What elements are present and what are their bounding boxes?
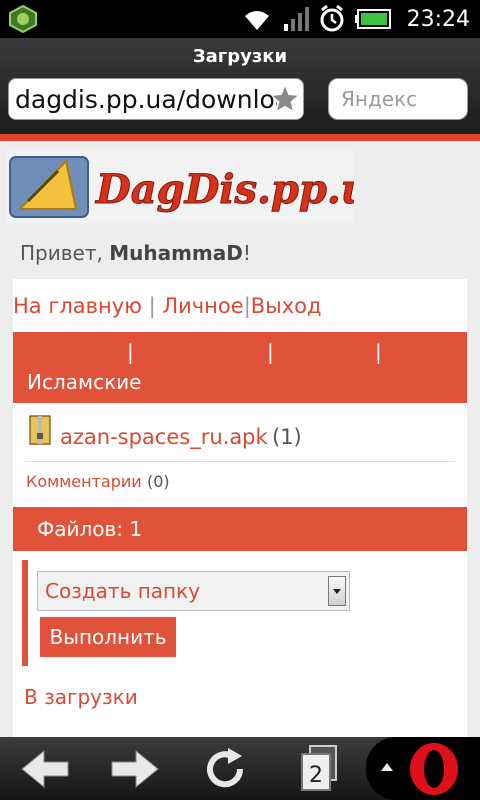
- logo-text: DagDis.pp.ua: [95, 166, 354, 213]
- menu-up-icon: [381, 763, 393, 771]
- forward-button[interactable]: [100, 737, 170, 800]
- clock: 23:24: [406, 6, 470, 32]
- opera-logo-icon: [410, 743, 458, 795]
- reload-button[interactable]: [190, 737, 260, 800]
- reload-icon: [207, 747, 244, 787]
- app-notification-icon: [9, 5, 37, 33]
- back-button[interactable]: [10, 737, 80, 800]
- forward-arrow-icon: [111, 749, 159, 788]
- browser-toolbar: 2: [0, 737, 480, 800]
- battery-icon: [354, 9, 391, 29]
- dropdown-arrow-icon[interactable]: [328, 576, 346, 606]
- category-bar: | | | Исламские: [13, 332, 467, 403]
- search-box[interactable]: [328, 78, 469, 120]
- category-separator: |: [375, 340, 382, 364]
- back-to-downloads-link[interactable]: В загрузки: [24, 685, 138, 709]
- comments-count: (0): [147, 472, 170, 491]
- file-link[interactable]: azan-spaces_ru.apk: [60, 425, 268, 449]
- search-input[interactable]: [329, 79, 469, 119]
- nav-personal-link[interactable]: Личное: [162, 294, 243, 318]
- tabs-button[interactable]: 2: [282, 737, 352, 800]
- nav-home-link[interactable]: На главную: [13, 294, 142, 318]
- wifi-icon: [244, 11, 269, 30]
- web-page: DagDis.pp.ua Привет, MuhammaD! На главну…: [0, 141, 480, 739]
- greeting: Привет, MuhammaD!: [20, 241, 251, 265]
- site-logo[interactable]: DagDis.pp.ua: [6, 151, 354, 223]
- nav-separator: |: [243, 294, 251, 318]
- nav-logout-link[interactable]: Выход: [251, 294, 322, 318]
- tabs-icon: 2: [301, 744, 337, 791]
- select-value: Создать папку: [45, 579, 201, 603]
- archive-file-icon: [29, 415, 51, 445]
- divider: [25, 461, 455, 462]
- opera-menu-button[interactable]: [366, 737, 480, 800]
- accent-divider: [0, 134, 480, 141]
- address-bar[interactable]: [8, 78, 304, 120]
- files-count-bar: Файлов: 1: [13, 507, 467, 551]
- comments-link[interactable]: Комментарии: [26, 472, 142, 491]
- status-bar: 23:24: [0, 0, 480, 38]
- form-accent-bar: [22, 560, 28, 666]
- file-download-count: (1): [272, 425, 302, 449]
- bookmark-star-icon[interactable]: [271, 85, 299, 113]
- page-title: Загрузки: [192, 46, 288, 67]
- category-separator: |: [127, 340, 134, 364]
- run-button[interactable]: Выполнить: [40, 617, 176, 657]
- category-separator: |: [267, 340, 274, 364]
- nav-separator: |: [148, 294, 156, 318]
- signal-icon: [283, 7, 309, 31]
- folder-action-select[interactable]: Создать папку: [37, 571, 350, 611]
- url-input[interactable]: [9, 79, 277, 119]
- back-arrow-icon: [21, 749, 69, 788]
- tab-count: 2: [309, 763, 323, 788]
- alarm-icon: [320, 5, 344, 32]
- category-islamic[interactable]: Исламские: [27, 370, 141, 394]
- user-nav: На главную | Личное|Выход: [13, 294, 322, 318]
- files-count: Файлов: 1: [37, 517, 143, 541]
- username: MuhammaD: [109, 241, 243, 265]
